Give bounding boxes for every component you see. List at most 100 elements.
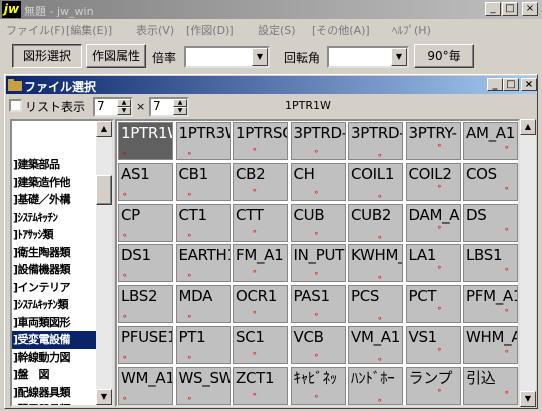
category-item[interactable]: ]設備機器類 [12, 261, 98, 279]
category-item[interactable]: ]盤 図 [12, 366, 98, 384]
menu-draw[interactable]: [作図(D)] [186, 22, 234, 38]
close-button[interactable]: × [522, 2, 538, 16]
scroll-up-icon[interactable]: ▲ [96, 121, 112, 137]
file-thumbnail[interactable]: VS1 ∘ [405, 326, 461, 364]
file-thumbnail[interactable]: MDA ∘ [175, 285, 231, 324]
file-thumbnail[interactable]: ﾊﾝﾄﾞﾎｰ ∘ [348, 366, 403, 405]
file-thumbnail[interactable]: ZCT1 ∘ [233, 366, 288, 405]
spin-up-icon[interactable]: ▲ [117, 99, 131, 107]
dialog-minimize-button[interactable]: _ [487, 78, 503, 91]
file-thumbnail[interactable]: LBS1 ∘ [463, 244, 518, 283]
file-thumbnail[interactable]: CB1 ∘ [175, 162, 231, 201]
scroll-down-icon[interactable]: ▼ [96, 389, 112, 405]
category-item[interactable] [12, 121, 98, 139]
spin-down-icon[interactable]: ▼ [173, 107, 187, 115]
app-titlebar[interactable]: jw 無題 - jw_win _ □ × [0, 0, 542, 19]
maximize-button[interactable]: □ [502, 2, 518, 16]
cols-spinner[interactable]: 7 ▲ ▼ [93, 97, 133, 117]
rotation-combo[interactable]: ▼ [327, 46, 409, 68]
scroll-thumb[interactable] [96, 175, 112, 205]
scroll-up-icon[interactable]: ▲ [520, 119, 536, 135]
file-thumbnail[interactable]: LBS2 ∘ [118, 285, 173, 324]
chevron-down-icon[interactable]: ▼ [391, 48, 407, 66]
file-thumbnail[interactable]: VM_A1 ∘ [348, 326, 403, 364]
menu-view[interactable]: 表示(V) [136, 22, 174, 38]
file-thumbnail[interactable]: DS1 ∘ [118, 244, 173, 283]
category-item[interactable]: ]ﾄｱｻｯｼ類 [12, 226, 98, 244]
file-thumbnail[interactable]: ｷｬﾋﾞﾈｯ ∘ [290, 366, 346, 405]
category-item[interactable]: ]幹線動力図 [12, 349, 98, 367]
draw-attr-button[interactable]: 作図属性 [86, 44, 146, 68]
file-thumbnail[interactable]: DS ∘ [463, 203, 518, 242]
file-thumbnail[interactable]: IN_PUT ∘ [290, 244, 346, 283]
spin-down-icon[interactable]: ▼ [117, 107, 131, 115]
file-thumbnail[interactable]: OCR1 ∘ [233, 285, 288, 324]
chevron-down-icon[interactable]: ▼ [252, 48, 268, 66]
file-thumbnail[interactable]: WS_SW1 ∘ [175, 366, 231, 405]
file-thumbnail[interactable]: CT1 ∘ [175, 203, 231, 242]
file-thumbnail[interactable]: CUB ∘ [290, 203, 346, 242]
category-item[interactable]: ]建築部品 [12, 156, 98, 174]
menu-edit[interactable]: [編集(E)] [66, 22, 112, 38]
file-thumbnail[interactable]: 引込 ∘ [463, 366, 518, 405]
dialog-titlebar[interactable]: ファイル選択 _ □ × [6, 76, 537, 94]
file-thumbnail[interactable]: KWHM_A ∘ [348, 244, 403, 283]
file-thumbnail[interactable]: CB2 ∘ [233, 162, 288, 201]
menu-help[interactable]: ﾍﾙﾌﾟ(H) [392, 22, 431, 38]
dialog-maximize-button[interactable]: □ [503, 78, 519, 91]
file-thumbnail[interactable]: PCS ∘ [348, 285, 403, 324]
file-thumbnail[interactable]: EARTH1 ∘ [175, 244, 231, 283]
file-thumbnail[interactable]: COIL1 ∘ [348, 162, 403, 201]
file-thumbnail[interactable]: CUB2 ∘ [348, 203, 403, 242]
file-thumbnail[interactable]: 3PTRD- ∘ [290, 122, 346, 160]
file-thumbnail[interactable]: CTT ∘ [233, 203, 288, 242]
category-item[interactable]: ]車両類図形 [12, 314, 98, 332]
menu-file[interactable]: ファイル(F) [6, 22, 65, 38]
menu-settings[interactable]: 設定(S) [258, 22, 296, 38]
rows-spinner[interactable]: 7 ▲ ▼ [149, 97, 189, 117]
file-thumbnail[interactable]: 3PTRY- ∘ [405, 122, 461, 160]
file-thumbnail[interactable]: CH ∘ [290, 162, 346, 201]
file-thumbnail[interactable]: SC1 ∘ [233, 326, 288, 364]
category-item[interactable]: ]ｼｽﾃﾑｷｯﾁﾝ類 [12, 296, 98, 314]
file-thumbnail[interactable]: 3PTRD- ∘ [348, 122, 403, 160]
file-thumbnail[interactable]: COS ∘ [463, 162, 518, 201]
grid-scrollbar[interactable]: ▲ ▼ [520, 119, 536, 407]
file-thumbnail[interactable]: PFM_A1 ∘ [463, 285, 518, 324]
category-scrollbar[interactable]: ▲ ▼ [96, 121, 112, 405]
category-item[interactable]: ]弱電器具類 [12, 401, 98, 405]
scroll-down-icon[interactable]: ▼ [520, 391, 536, 407]
file-thumbnail[interactable]: DAM_A1∘ [405, 203, 461, 242]
category-item[interactable]: ]建築造作他 [12, 174, 98, 192]
category-item[interactable]: ]ｼｽﾃﾑｷｯﾁﾝ [12, 209, 98, 227]
category-item[interactable] [12, 139, 98, 157]
category-item[interactable]: ]配線器具類 [12, 384, 98, 402]
file-thumbnail[interactable]: 1PTR3W ∘ [175, 122, 231, 160]
file-thumbnail[interactable]: ランプ ∘ [405, 366, 461, 405]
shape-select-button[interactable]: 図形選択 [12, 44, 82, 68]
file-thumbnail[interactable]: 1PTRSC ∘ [233, 122, 288, 160]
file-thumbnail[interactable]: CP ∘ [118, 203, 173, 242]
file-thumbnail[interactable]: VCB ∘ [290, 326, 346, 364]
file-thumbnail[interactable]: COIL2 ∘ [405, 162, 461, 201]
file-thumbnail[interactable]: PAS1 ∘ [290, 285, 346, 324]
file-thumbnail[interactable]: WM_A1 ∘ [118, 366, 173, 405]
spin-up-icon[interactable]: ▲ [173, 99, 187, 107]
rotate-90-button[interactable]: 90°毎 [414, 44, 474, 68]
file-thumbnail[interactable]: LA1 ∘ [405, 244, 461, 283]
file-thumbnail[interactable]: FM_A1 ∘ [233, 244, 288, 283]
file-thumbnail[interactable]: 1PTR1W ∘ [118, 122, 173, 160]
minimize-button[interactable]: _ [485, 2, 501, 16]
category-item[interactable]: ]衛生陶器類 [12, 244, 98, 262]
category-item[interactable]: ]受変電設備 [12, 331, 98, 349]
file-thumbnail[interactable]: PFUSE1 ∘ [118, 326, 173, 364]
menu-other[interactable]: [その他(A)] [312, 22, 370, 38]
file-thumbnail[interactable]: PCT ∘ [405, 285, 461, 324]
category-item[interactable]: ]基礎／外構 [12, 191, 98, 209]
file-thumbnail[interactable]: AS1 ∘ [118, 162, 173, 201]
scale-combo[interactable]: ▼ [184, 46, 270, 68]
category-item[interactable]: ]インテリア [12, 279, 98, 297]
list-view-checkbox[interactable] [9, 99, 22, 112]
dialog-close-button[interactable]: × [521, 78, 537, 91]
category-list[interactable]: ]建築部品]建築造作他]基礎／外構]ｼｽﾃﾑｷｯﾁﾝ]ﾄｱｻｯｼ類]衛生陶器類]… [10, 119, 114, 407]
